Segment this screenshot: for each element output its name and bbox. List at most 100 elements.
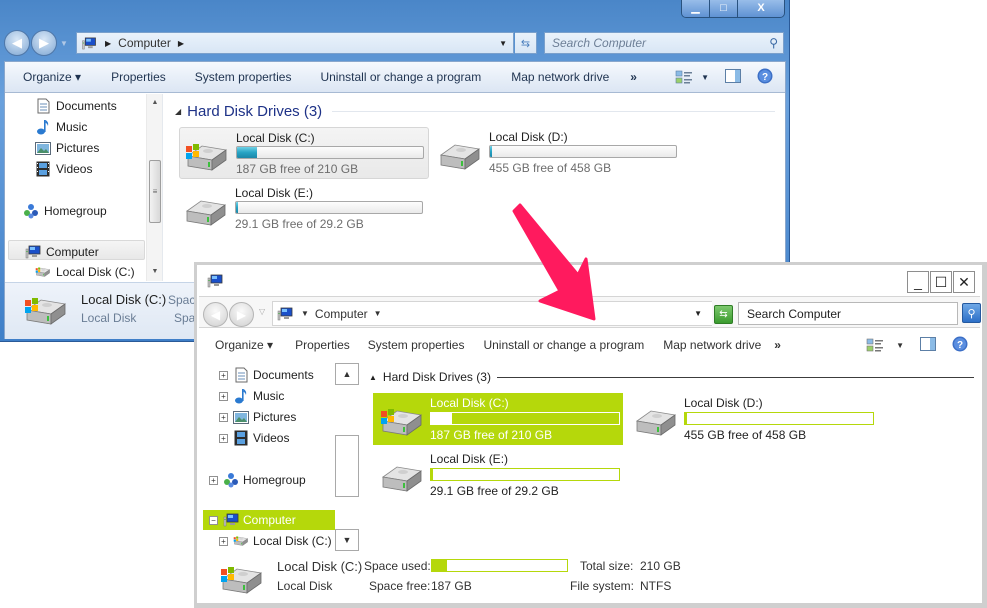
uninstall-program-button[interactable]: Uninstall or change a program (483, 338, 644, 352)
maximize-button[interactable]: ☐ (930, 271, 952, 293)
details-drive-type: Local Disk (277, 579, 333, 593)
recent-pages-dropdown[interactable]: ▽ (259, 307, 265, 316)
minimize-button[interactable]: _ (907, 271, 929, 293)
breadcrumb-computer[interactable]: Computer (118, 36, 171, 50)
help-button[interactable]: ? (952, 336, 968, 355)
scroll-down-icon[interactable]: ▼ (335, 529, 359, 551)
address-dropdown-icon[interactable]: ▼ (499, 39, 507, 48)
properties-button[interactable]: Properties (111, 70, 166, 84)
drive-tile-d[interactable]: Local Disk (D:) 455 GB free of 458 GB (433, 127, 683, 179)
expand-icon[interactable]: + (209, 475, 218, 485)
change-view-button[interactable]: ▼ (866, 338, 904, 352)
nav-item-computer[interactable]: Computer (25, 242, 99, 262)
nav-scrollbar[interactable]: ▲ ▼ (335, 362, 360, 552)
scroll-thumb[interactable]: ≡ (149, 160, 161, 223)
nav-item-local-disk-c[interactable]: + Local Disk (C:) (219, 531, 332, 551)
drive-tile-d[interactable]: Local Disk (D:) 455 GB free of 458 GB (627, 393, 877, 445)
nav-item-computer[interactable]: − Computer (209, 510, 296, 530)
breadcrumb-separator-icon[interactable]: ▶ (178, 39, 184, 48)
drive-usage-bar (684, 412, 874, 425)
more-commands-button[interactable]: » (630, 70, 637, 84)
map-network-drive-button[interactable]: Map network drive (663, 338, 761, 352)
group-header[interactable]: ◢ Hard Disk Drives (3) (175, 103, 775, 120)
nav-item-pictures[interactable]: + Pictures (219, 407, 296, 427)
scroll-up-icon[interactable]: ▲ (335, 363, 359, 385)
properties-button[interactable]: Properties (295, 338, 350, 352)
change-view-button[interactable]: ▼ (675, 70, 709, 84)
recent-pages-dropdown[interactable]: ▼ (60, 39, 68, 48)
preview-pane-button[interactable] (920, 336, 936, 354)
drive-tile-e[interactable]: Local Disk (E:) 29.1 GB free of 29.2 GB (179, 183, 429, 235)
collapse-icon[interactable]: − (209, 515, 218, 525)
view-controls: ▼ ? (866, 336, 968, 355)
drive-usage-fill (431, 469, 433, 480)
nav-item-music[interactable]: Music (35, 117, 87, 137)
system-properties-button[interactable]: System properties (195, 70, 292, 84)
search-input[interactable]: Search Computer (738, 302, 958, 325)
nav-item-videos[interactable]: + Videos (219, 428, 289, 448)
collapse-icon[interactable]: ◢ (175, 107, 181, 116)
search-input[interactable]: Search Computer ⚲ (544, 32, 784, 54)
nav-item-homegroup[interactable]: + Homegroup (209, 470, 306, 490)
minimize-button[interactable]: ▁ (682, 0, 710, 17)
drive-tile-e[interactable]: Local Disk (E:) 29.1 GB free of 29.2 GB (373, 449, 623, 501)
back-button[interactable]: ◀ (203, 302, 228, 327)
scroll-thumb[interactable] (335, 435, 359, 497)
close-button[interactable]: ✕ (953, 271, 975, 293)
search-icon[interactable]: ⚲ (769, 36, 778, 50)
expand-icon[interactable]: + (219, 370, 228, 380)
scroll-down-icon[interactable]: ▼ (147, 265, 163, 279)
address-dropdown-icon[interactable]: ▼ (694, 309, 702, 318)
refresh-button[interactable]: ⇆ (515, 32, 537, 54)
expand-icon[interactable]: + (219, 391, 228, 401)
drive-tile-c[interactable]: Local Disk (C:) 187 GB free of 210 GB (373, 393, 623, 445)
address-bar[interactable]: ▼ Computer ▼ ▼ (272, 301, 712, 326)
maximize-button[interactable]: □ (710, 0, 738, 17)
nav-item-homegroup[interactable]: Homegroup (23, 201, 107, 221)
nav-item-pictures[interactable]: Pictures (35, 138, 99, 158)
breadcrumb-separator-icon[interactable]: ▼ (301, 309, 309, 318)
group-header[interactable]: ▲ Hard Disk Drives (3) (369, 370, 974, 384)
back-button[interactable]: ◀ (4, 30, 30, 56)
breadcrumb-separator-icon[interactable]: ▼ (374, 309, 382, 318)
system-properties-button[interactable]: System properties (368, 338, 465, 352)
expand-icon[interactable]: + (219, 412, 228, 422)
drive-name: Local Disk (C:) (236, 131, 315, 145)
expand-icon[interactable]: + (219, 536, 228, 546)
svg-text:?: ? (957, 340, 963, 351)
nav-item-documents[interactable]: Documents (35, 96, 117, 116)
map-network-drive-button[interactable]: Map network drive (511, 70, 609, 84)
preview-pane-button[interactable] (725, 68, 741, 86)
nav-item-music[interactable]: + Music (219, 386, 284, 406)
svg-text:?: ? (762, 72, 768, 83)
organize-button[interactable]: Organize ▾ (215, 338, 273, 352)
help-button[interactable]: ? (757, 68, 773, 87)
breadcrumb-computer[interactable]: Computer (315, 307, 368, 321)
nav-scrollbar[interactable]: ▲ ≡ ▼ (146, 94, 162, 281)
search-button[interactable]: ⚲ (962, 303, 981, 323)
nav-item-local-disk-c[interactable]: Local Disk (C:) (35, 262, 135, 282)
refresh-button[interactable]: ⇆ (714, 305, 733, 324)
more-commands-button[interactable]: » (774, 338, 781, 352)
nav-item-videos[interactable]: Videos (35, 159, 92, 179)
forward-button[interactable]: ▶ (229, 302, 254, 327)
expand-icon[interactable]: + (219, 433, 228, 443)
organize-button[interactable]: Organize ▾ (23, 70, 81, 84)
uninstall-program-button[interactable]: Uninstall or change a program (320, 70, 481, 84)
scroll-up-icon[interactable]: ▲ (147, 96, 163, 110)
drive-usage-fill (431, 413, 452, 424)
details-drive-name: Local Disk (C:) (277, 559, 363, 574)
nav-item-documents[interactable]: + Documents (219, 365, 314, 385)
view-dropdown-icon: ▼ (896, 340, 904, 350)
forward-button[interactable]: ▶ (31, 30, 57, 56)
homegroup-icon (23, 203, 39, 219)
computer-icon (207, 274, 223, 288)
close-button[interactable]: X (738, 0, 784, 17)
documents-icon (233, 367, 249, 383)
command-bar: Organize ▾ Properties System properties … (199, 330, 980, 360)
collapse-icon[interactable]: ▲ (369, 373, 377, 382)
windows-drive-icon (233, 533, 249, 549)
address-bar[interactable]: ▶ Computer ▶ ▼ (76, 32, 514, 54)
drive-tile-c[interactable]: Local Disk (C:) 187 GB free of 210 GB (179, 127, 429, 179)
breadcrumb-separator-icon[interactable]: ▶ (105, 39, 111, 48)
